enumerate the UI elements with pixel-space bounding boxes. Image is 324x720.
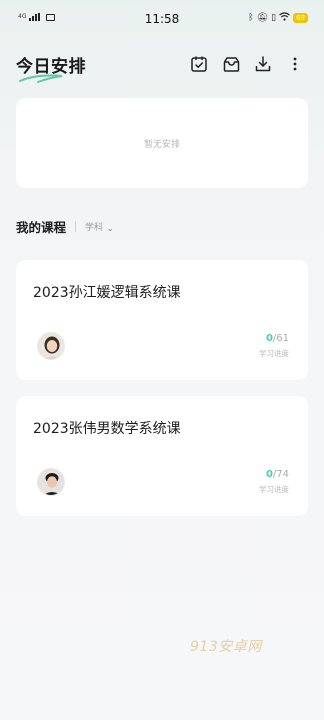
chevron-down-icon[interactable]: ⌄ bbox=[107, 224, 114, 233]
box-icon bbox=[223, 57, 239, 72]
status-bar: 4G 11:58 ᛒ 🔕︎ ▯ 69 bbox=[0, 0, 324, 38]
schedule-empty-text: 暂无安排 bbox=[143, 139, 180, 150]
download-icon bbox=[255, 56, 271, 72]
progress-done: 0 bbox=[265, 333, 273, 344]
bluetooth-icon: ᛒ bbox=[248, 13, 254, 23]
download-button[interactable] bbox=[252, 53, 274, 75]
progress-done: 0 bbox=[265, 469, 273, 480]
watermark: 913安卓网 bbox=[190, 639, 262, 655]
status-right: ᛒ 🔕︎ ▯ 69 bbox=[248, 12, 308, 24]
progress-label: 学习进度 bbox=[259, 349, 289, 358]
course-card[interactable]: 2023张伟男数学系统课 0/74 学习进度 bbox=[16, 396, 308, 516]
calendar-button[interactable] bbox=[188, 53, 210, 75]
box-button[interactable] bbox=[220, 53, 242, 75]
more-vertical-icon bbox=[293, 57, 297, 71]
header: 今日安排 bbox=[0, 44, 324, 88]
progress-total: /74 bbox=[272, 469, 289, 480]
progress-count: 0/61 bbox=[259, 333, 289, 345]
more-button[interactable] bbox=[284, 53, 306, 75]
schedule-card: 暂无安排 bbox=[16, 98, 308, 188]
subject-filter[interactable]: 学科 bbox=[85, 220, 103, 233]
vibrate-icon: ▯ bbox=[271, 13, 277, 23]
progress-label: 学习进度 bbox=[259, 485, 289, 494]
teacher-avatar bbox=[37, 332, 65, 360]
courses-section-header: 我的课程 学科 ⌄ bbox=[16, 217, 114, 235]
divider bbox=[75, 220, 77, 232]
title-underline-decoration bbox=[19, 74, 63, 83]
progress-total: /61 bbox=[272, 333, 289, 344]
battery-indicator: 69 bbox=[293, 13, 308, 23]
section-title: 我的课程 bbox=[16, 219, 67, 235]
wifi-icon bbox=[279, 12, 290, 24]
learning-progress: 0/74 学习进度 bbox=[259, 469, 289, 495]
learning-progress: 0/61 学习进度 bbox=[259, 333, 289, 359]
course-title: 2023张伟男数学系统课 bbox=[33, 421, 181, 437]
teacher-avatar bbox=[37, 468, 65, 496]
mute-icon: 🔕︎ bbox=[256, 13, 269, 23]
course-card[interactable]: 2023孙江媛逻辑系统课 0/61 学习进度 bbox=[16, 260, 308, 380]
course-title: 2023孙江媛逻辑系统课 bbox=[33, 285, 181, 301]
progress-count: 0/74 bbox=[259, 469, 289, 481]
calendar-check-icon bbox=[191, 56, 207, 72]
